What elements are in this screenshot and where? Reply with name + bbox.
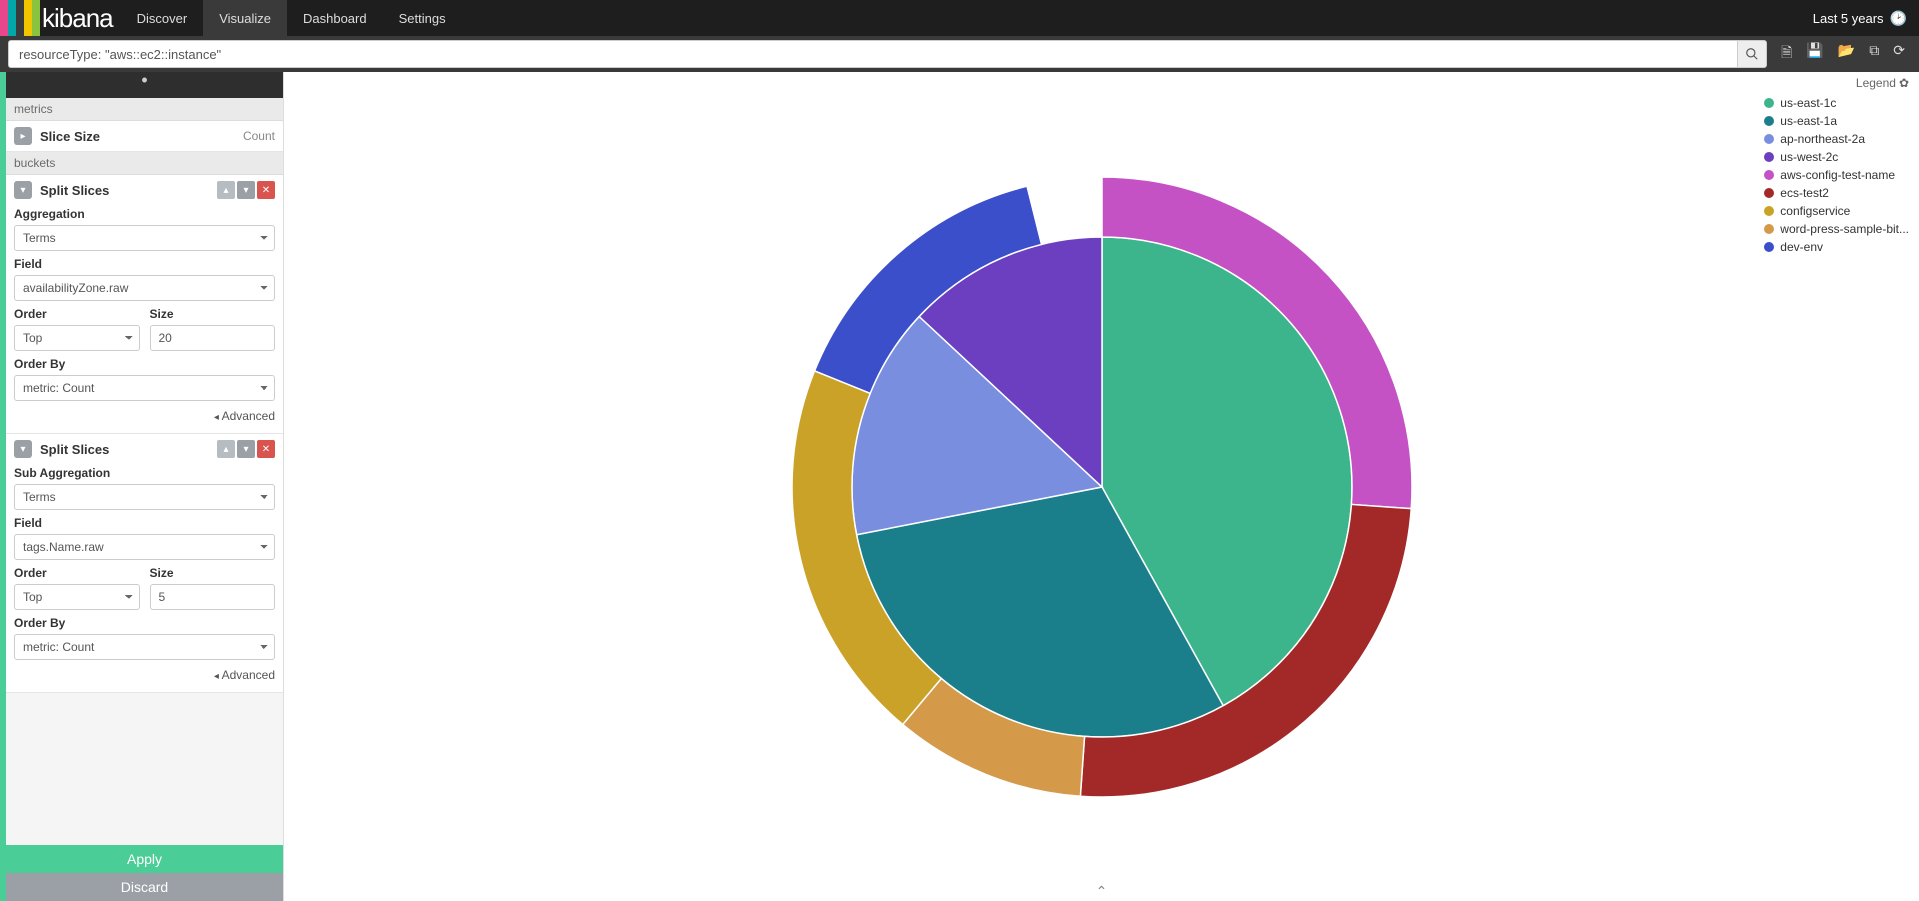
bucket2-field-select[interactable]: tags.Name.raw	[14, 534, 275, 560]
time-range-label: Last 5 years	[1813, 11, 1884, 26]
bucket2-delete[interactable]: ✕	[257, 440, 275, 458]
nav-tab-settings[interactable]: Settings	[383, 0, 462, 36]
workspace: • metrics ▸ Slice Size Count buckets ▾ S…	[0, 72, 1919, 901]
sidebar-tabstrip[interactable]: •	[6, 72, 283, 98]
bucket1-toggle[interactable]: ▾	[14, 181, 32, 199]
pie-chart[interactable]	[762, 167, 1442, 807]
sidebar-buttons: Apply Discard	[6, 845, 283, 901]
bucket2-size-input[interactable]	[150, 584, 276, 610]
nav-tab-dashboard[interactable]: Dashboard	[287, 0, 383, 36]
toolbar-icons: 🗎 💾 📂 ⧉ ⟳	[1775, 42, 1911, 66]
clock-icon: 🕑	[1890, 10, 1907, 27]
metrics-header: metrics	[6, 98, 283, 121]
bucket2-orderby-label: Order By	[14, 616, 275, 630]
bucket1-order-select[interactable]: Top	[14, 325, 140, 351]
bucket2-toggle[interactable]: ▾	[14, 440, 32, 458]
search-button[interactable]	[1737, 40, 1767, 68]
bucket2-order-select[interactable]: Top	[14, 584, 140, 610]
top-navbar: kibana Discover Visualize Dashboard Sett…	[0, 0, 1919, 36]
sidebar-scroll[interactable]: metrics ▸ Slice Size Count buckets ▾ Spl…	[6, 98, 283, 845]
metric-label: Slice Size	[40, 129, 100, 144]
save-icon[interactable]: 💾	[1806, 42, 1823, 66]
new-viz-icon[interactable]: 🗎	[1781, 42, 1792, 66]
nav-tab-discover[interactable]: Discover	[121, 0, 204, 36]
bucket1-move-down[interactable]: ▾	[237, 181, 255, 199]
bucket1-order-label: Order	[14, 307, 140, 321]
discard-button[interactable]: Discard	[6, 873, 283, 901]
sidebar: • metrics ▸ Slice Size Count buckets ▾ S…	[6, 72, 284, 901]
bucket2-title: Split Slices	[40, 442, 215, 457]
visualization-area: Legend✿ us-east-1cus-east-1aap-northeast…	[284, 72, 1919, 901]
bucket2-size-label: Size	[150, 566, 276, 580]
nav-tabs: Discover Visualize Dashboard Settings	[121, 0, 462, 36]
open-icon[interactable]: 📂	[1838, 42, 1855, 66]
bucket1-agg-select[interactable]: Terms	[14, 225, 275, 251]
bucket1-delete[interactable]: ✕	[257, 181, 275, 199]
bucket1-orderby-label: Order By	[14, 357, 275, 371]
metric-toggle[interactable]: ▸	[14, 127, 32, 145]
bucket2-field-label: Field	[14, 516, 275, 530]
bucket1-move-up[interactable]: ▴	[217, 181, 235, 199]
search-input[interactable]	[8, 40, 1737, 68]
bucket2-subagg-label: Sub Aggregation	[14, 466, 275, 480]
bucket-1: ▾ Split Slices ▴ ▾ ✕ Aggregation Terms F…	[6, 175, 283, 434]
buckets-header: buckets	[6, 152, 283, 175]
bucket1-title: Split Slices	[40, 183, 215, 198]
bucket2-move-up[interactable]: ▴	[217, 440, 235, 458]
bucket2-move-down[interactable]: ▾	[237, 440, 255, 458]
time-range[interactable]: Last 5 years 🕑	[1813, 0, 1919, 36]
bucket2-advanced-toggle[interactable]: Advanced	[14, 668, 275, 682]
bucket1-size-label: Size	[150, 307, 276, 321]
logo-stripes	[0, 0, 40, 36]
bucket1-agg-label: Aggregation	[14, 207, 275, 221]
bucket1-orderby-select[interactable]: metric: Count	[14, 375, 275, 401]
metric-row[interactable]: ▸ Slice Size Count	[6, 121, 283, 152]
bucket1-field-select[interactable]: availabilityZone.raw	[14, 275, 275, 301]
apply-button[interactable]: Apply	[6, 845, 283, 873]
bucket1-size-input[interactable]	[150, 325, 276, 351]
bucket1-advanced-toggle[interactable]: Advanced	[14, 409, 275, 423]
refresh-icon[interactable]: ⟳	[1893, 42, 1905, 66]
logo-text: kibana	[40, 0, 121, 36]
bucket2-subagg-select[interactable]: Terms	[14, 484, 275, 510]
search-icon	[1745, 47, 1759, 61]
metric-value: Count	[243, 129, 275, 143]
bucket1-field-label: Field	[14, 257, 275, 271]
bucket2-orderby-select[interactable]: metric: Count	[14, 634, 275, 660]
chart-holder	[284, 72, 1919, 901]
bucket2-order-label: Order	[14, 566, 140, 580]
bucket-2: ▾ Split Slices ▴ ▾ ✕ Sub Aggregation Ter…	[6, 434, 283, 693]
search-row: 🗎 💾 📂 ⧉ ⟳	[0, 36, 1919, 72]
expand-panel-arrow[interactable]: ⌃	[1087, 883, 1117, 899]
share-icon[interactable]: ⧉	[1869, 42, 1879, 66]
search-wrap	[8, 40, 1767, 68]
nav-tab-visualize[interactable]: Visualize	[203, 0, 287, 36]
